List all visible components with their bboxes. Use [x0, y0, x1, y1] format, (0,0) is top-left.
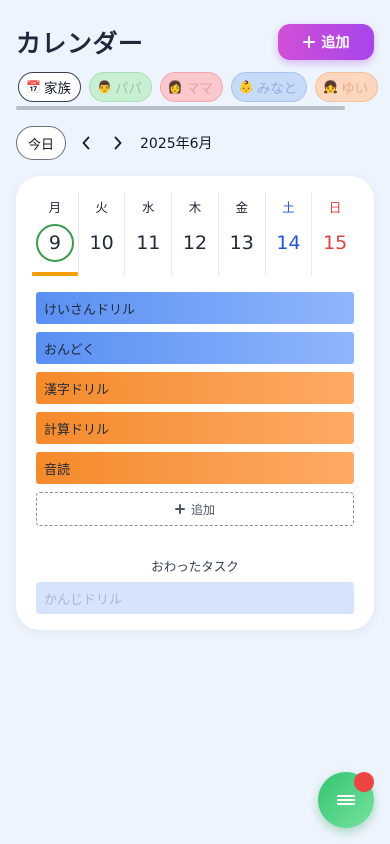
day-tue[interactable]: 火 10 — [79, 192, 126, 276]
add-task-label: 追加 — [190, 502, 215, 517]
baby-icon: 👶 — [238, 80, 254, 94]
task-item[interactable]: 音読 — [36, 452, 354, 484]
member-tab-label: パパ — [114, 81, 142, 97]
member-tab-yui[interactable]: 👧 ゆい — [315, 72, 379, 102]
task-item[interactable]: けいさんドリル — [36, 292, 354, 324]
member-tab-label: 家族 — [43, 81, 71, 97]
day-of-week: 金 — [235, 200, 248, 215]
add-task-button[interactable]: 追加 — [36, 492, 354, 526]
calendar-card: 月 9 火 10 水 11 木 12 金 13 土 14 日 15 けいさんドリ… — [16, 176, 374, 630]
day-sat[interactable]: 土 14 — [266, 192, 313, 276]
task-item[interactable]: 計算ドリル — [36, 412, 354, 444]
today-button[interactable]: 今日 — [16, 126, 66, 160]
today-indicator — [32, 272, 78, 276]
header: カレンダー 追加 — [16, 22, 374, 62]
member-tab-papa[interactable]: 👨 パパ — [88, 72, 152, 102]
next-week-button[interactable] — [102, 126, 134, 160]
girl-icon: 👧 — [323, 80, 339, 94]
day-number: 11 — [136, 232, 161, 254]
calendar-icon: 📅 — [26, 80, 41, 94]
member-tab-label: みなと — [256, 81, 298, 97]
man-icon: 👨 — [96, 80, 112, 94]
member-tab-label: ゆい — [341, 81, 369, 97]
day-of-week: 日 — [328, 200, 342, 215]
add-button-label: 追加 — [321, 35, 350, 51]
member-tabs: 📅 家族 👨 パパ 👩 ママ 👶 みなと 👧 ゆい — [18, 72, 390, 102]
day-number: 10 — [89, 232, 114, 254]
member-tabs-scrollbar[interactable] — [16, 106, 345, 110]
day-of-week: 木 — [188, 200, 202, 215]
member-tab-minato[interactable]: 👶 みなと — [230, 72, 308, 102]
day-mon[interactable]: 月 9 — [32, 192, 79, 276]
date-nav: 今日 2025年6月 — [16, 126, 316, 160]
member-tab-label: ママ — [185, 81, 213, 97]
plus-icon — [302, 36, 315, 48]
day-number: 9 — [48, 232, 61, 254]
day-of-week: 火 — [95, 200, 108, 215]
prev-week-button[interactable] — [70, 126, 102, 160]
plus-icon — [174, 504, 185, 514]
chevron-right-icon — [114, 136, 122, 150]
menu-icon — [337, 793, 355, 807]
task-item[interactable]: おんどく — [36, 332, 354, 364]
done-section-title: おわったタスク — [151, 559, 239, 574]
month-label: 2025年6月 — [140, 136, 213, 152]
day-of-week: 水 — [142, 200, 155, 215]
day-thu[interactable]: 木 12 — [172, 192, 219, 276]
day-of-week: 月 — [48, 200, 62, 215]
day-number: 15 — [323, 232, 348, 254]
member-tab-mama[interactable]: 👩 ママ — [159, 72, 223, 102]
day-number: 13 — [229, 232, 254, 254]
done-task-item[interactable]: かんじドリル — [36, 582, 354, 614]
task-list: けいさんドリル おんどく 漢字ドリル 計算ドリル 音読 追加 — [36, 292, 354, 526]
week-strip: 月 9 火 10 水 11 木 12 金 13 土 14 日 15 — [32, 192, 358, 276]
day-wed[interactable]: 水 11 — [125, 192, 173, 276]
chevron-left-icon — [82, 136, 90, 150]
member-tab-family[interactable]: 📅 家族 — [18, 72, 81, 102]
add-button[interactable]: 追加 — [278, 24, 374, 60]
day-fri[interactable]: 金 13 — [219, 192, 266, 276]
woman-icon: 👩 — [167, 80, 183, 94]
day-of-week: 土 — [282, 200, 295, 215]
day-sun[interactable]: 日 15 — [312, 192, 358, 276]
notification-badge — [354, 772, 374, 792]
task-item[interactable]: 漢字ドリル — [36, 372, 354, 404]
page-title: カレンダー — [16, 29, 144, 58]
day-number: 12 — [182, 232, 208, 254]
day-number: 14 — [276, 232, 301, 254]
